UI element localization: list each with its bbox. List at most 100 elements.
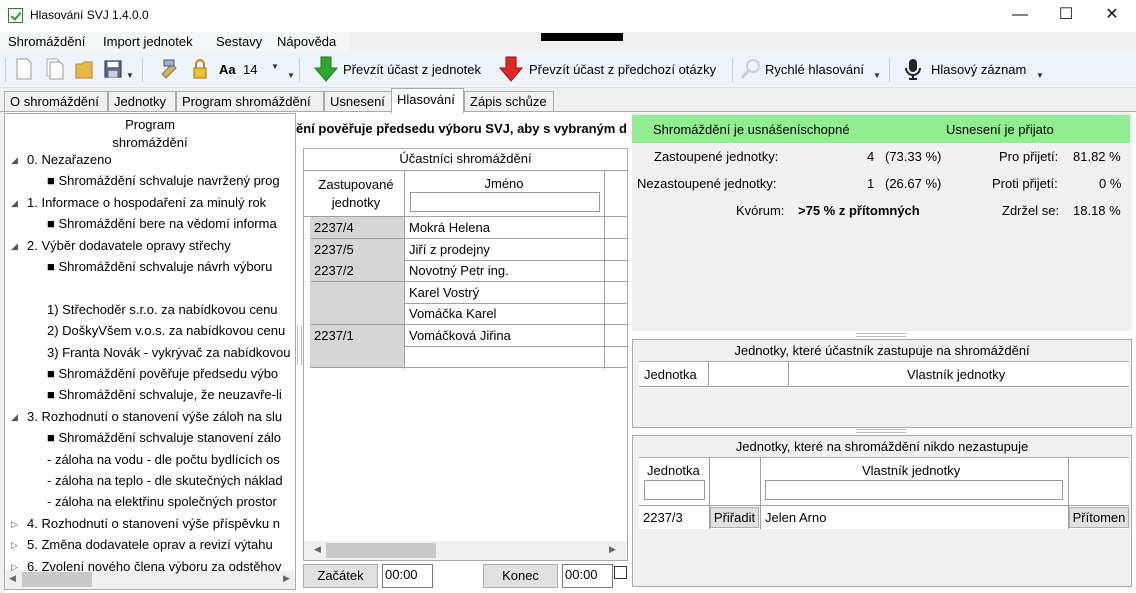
tab-usneseni[interactable]: Usnesení (324, 91, 392, 112)
program-tree-item[interactable]: ■ Shromáždění schvaluje návrh výboru (47, 259, 295, 274)
program-tree-item[interactable]: ■ Shromáždění schvaluje navržený prog (47, 173, 295, 188)
save-dropdown-icon[interactable]: ▼ (126, 71, 134, 80)
assign-button[interactable]: Přiřadit (710, 507, 759, 528)
participant-unit-cell[interactable] (310, 303, 404, 324)
toolbar-overflow-icon[interactable]: ▼ (287, 71, 295, 80)
voice-record-button[interactable]: Hlasový záznam (931, 62, 1026, 77)
font-size-dropdown-icon[interactable]: ▼ (271, 62, 279, 71)
end-button[interactable]: Konec (483, 564, 558, 588)
menu-napoveda[interactable]: Nápověda (277, 34, 336, 49)
vertical-splitter[interactable] (297, 325, 302, 365)
program-tree-item[interactable]: 3. Rozhodnutí o stanovení výše záloh na … (27, 409, 295, 424)
program-tree-item[interactable]: 5. Změna dodavatele oprav a revizí výtah… (27, 537, 295, 552)
participants-hscrollbar[interactable]: ◀ ▶ (304, 541, 627, 560)
program-tree-item[interactable]: - záloha na vodu - dle počtu bydlících o… (47, 452, 295, 467)
participant-name-cell[interactable]: Karel Vostrý (405, 282, 604, 303)
participant-name-cell[interactable]: Vomáčka Karel (405, 303, 604, 324)
unrep-col-owner[interactable]: Vlastník jednotky (862, 463, 960, 478)
new-file-icon[interactable] (15, 58, 33, 80)
maximize-button[interactable]: ☐ (1043, 0, 1089, 31)
expand-icon[interactable]: ▷ (11, 562, 18, 573)
program-tree-item[interactable]: 2. Výběr dodavatele opravy střechy (27, 238, 295, 253)
collapse-icon[interactable]: ◢ (11, 198, 18, 209)
menu-import-jednotek[interactable]: Import jednotek (103, 34, 193, 49)
start-time-input[interactable]: 00:00 (382, 564, 433, 588)
font-size-value[interactable]: 14 (243, 62, 257, 77)
unrep-unit-cell[interactable]: 2237/3 (639, 507, 709, 528)
checkbox[interactable] (614, 566, 627, 579)
unrep-unit-filter[interactable] (644, 480, 705, 500)
end-time-input[interactable]: 00:00 (562, 564, 613, 588)
tab-zapis-schuze[interactable]: Zápis schůze (464, 91, 554, 112)
unrep-owner-filter[interactable] (765, 480, 1063, 500)
scroll-left-icon[interactable]: ◀ (9, 573, 16, 584)
program-hscroll-thumb[interactable] (22, 572, 92, 587)
program-tree-item[interactable]: 1. Informace o hospodaření za minulý rok (27, 195, 295, 210)
menu-shromazdeni[interactable]: Shromáždění (8, 34, 85, 49)
participant-unit-cell[interactable]: 2237/5 (310, 238, 404, 260)
microphone-icon[interactable] (904, 58, 922, 80)
program-tree-item[interactable]: 2) DoškyVšem v.o.s. za nabídkovou cenu (47, 323, 295, 338)
scroll-right-icon[interactable]: ▶ (283, 573, 290, 584)
participant-unit-cell[interactable] (310, 281, 404, 303)
program-tree-item[interactable]: 0. Nezařazeno (27, 152, 295, 167)
participant-name-cell[interactable]: Mokrá Helena (405, 217, 604, 238)
tab-jednotky[interactable]: Jednotky (108, 91, 176, 112)
expand-icon[interactable]: ▷ (11, 519, 18, 530)
participants-hscroll-thumb[interactable] (326, 543, 436, 558)
folder-icon[interactable] (75, 58, 93, 80)
participant-name-cell[interactable]: Novotný Petr ing. (405, 260, 604, 281)
tab-hlasovani[interactable]: Hlasování (391, 88, 464, 113)
program-tree-item[interactable]: ■ Shromáždění bere na vědomí informa (47, 216, 295, 231)
take-over-previous-button[interactable]: Převzít účast z předchozí otázky (529, 62, 716, 77)
program-tree-item[interactable]: 4. Rozhodnutí o stanovení výše příspěvku… (27, 516, 295, 531)
participant-name-cell[interactable]: Vomáčková Jiřina (405, 325, 604, 346)
program-tree-item[interactable]: ■ Shromáždění schvaluje, že neuzavře-li (47, 387, 295, 402)
rep-col-unit[interactable]: Jednotka (644, 367, 697, 382)
horizontal-splitter[interactable] (856, 429, 906, 433)
arrow-down-green-icon[interactable] (314, 56, 338, 82)
participant-name-cell[interactable]: Jiří z prodejny (405, 239, 604, 260)
program-tree-item[interactable]: - záloha na elektřinu společných prostor (47, 494, 295, 509)
arrow-down-red-icon[interactable] (499, 56, 523, 82)
tab-o-shromazdeni[interactable]: O shromáždění (4, 91, 108, 112)
collapse-icon[interactable]: ◢ (11, 412, 18, 423)
save-icon[interactable] (104, 58, 122, 80)
menu-sestavy[interactable]: Sestavy (216, 34, 262, 49)
start-button[interactable]: Začátek (303, 564, 378, 588)
participant-unit-cell[interactable]: 2237/4 (310, 217, 404, 238)
col-name-header[interactable]: Jméno (406, 176, 602, 191)
lock-icon[interactable] (191, 58, 209, 80)
rep-col-owner[interactable]: Vlastník jednotky (907, 367, 1005, 382)
magnifier-icon[interactable] (740, 58, 762, 80)
unrep-owner-cell[interactable]: Jelen Arno (761, 507, 1067, 528)
take-over-units-button[interactable]: Převzít účast z jednotek (343, 62, 481, 77)
present-button[interactable]: Přítomen (1069, 507, 1129, 528)
collapse-icon[interactable]: ◢ (11, 241, 18, 252)
participant-unit-cell[interactable]: 2237/1 (310, 324, 404, 346)
voice-dropdown-icon[interactable]: ▼ (1036, 71, 1044, 80)
horizontal-splitter[interactable] (856, 333, 906, 337)
quick-vote-dropdown-icon[interactable]: ▼ (873, 71, 881, 80)
col-units-header[interactable]: Zastupované jednotky (312, 176, 400, 212)
program-tree-item[interactable]: 6. Zvolení nového člena výboru za odstěh… (27, 559, 295, 574)
program-tree-item[interactable]: ■ Shromáždění schvaluje stanovení zálo (47, 430, 295, 445)
close-button[interactable]: ✕ (1089, 0, 1135, 31)
program-tree-item[interactable]: - záloha na teplo - dle skutečných nákla… (47, 473, 295, 488)
edit-tool-icon[interactable] (160, 58, 182, 80)
tab-program[interactable]: Program shromáždění (176, 91, 324, 112)
program-tree-item[interactable]: 1) Střechoděr s.r.o. za nabídkovou cenu (47, 302, 295, 317)
collapse-icon[interactable]: ◢ (11, 155, 18, 166)
unrep-col-unit[interactable]: Jednotka (647, 463, 700, 478)
quick-vote-button[interactable]: Rychlé hlasování (765, 62, 864, 77)
participant-name-cell[interactable] (405, 346, 604, 367)
copy-file-icon[interactable] (46, 58, 64, 80)
scroll-left-icon[interactable]: ◀ (314, 544, 321, 555)
name-filter-input[interactable] (410, 192, 600, 212)
participant-unit-cell[interactable] (310, 346, 404, 367)
minimize-button[interactable]: — (997, 0, 1043, 31)
scroll-right-icon[interactable]: ▶ (609, 544, 616, 555)
program-tree-item[interactable]: ■ Shromáždění pověřuje předsedu výbo (47, 366, 295, 381)
program-tree-item[interactable]: 3) Franta Novák - vykrývač za nabídkovou (47, 345, 295, 360)
participant-unit-cell[interactable]: 2237/2 (310, 260, 404, 281)
